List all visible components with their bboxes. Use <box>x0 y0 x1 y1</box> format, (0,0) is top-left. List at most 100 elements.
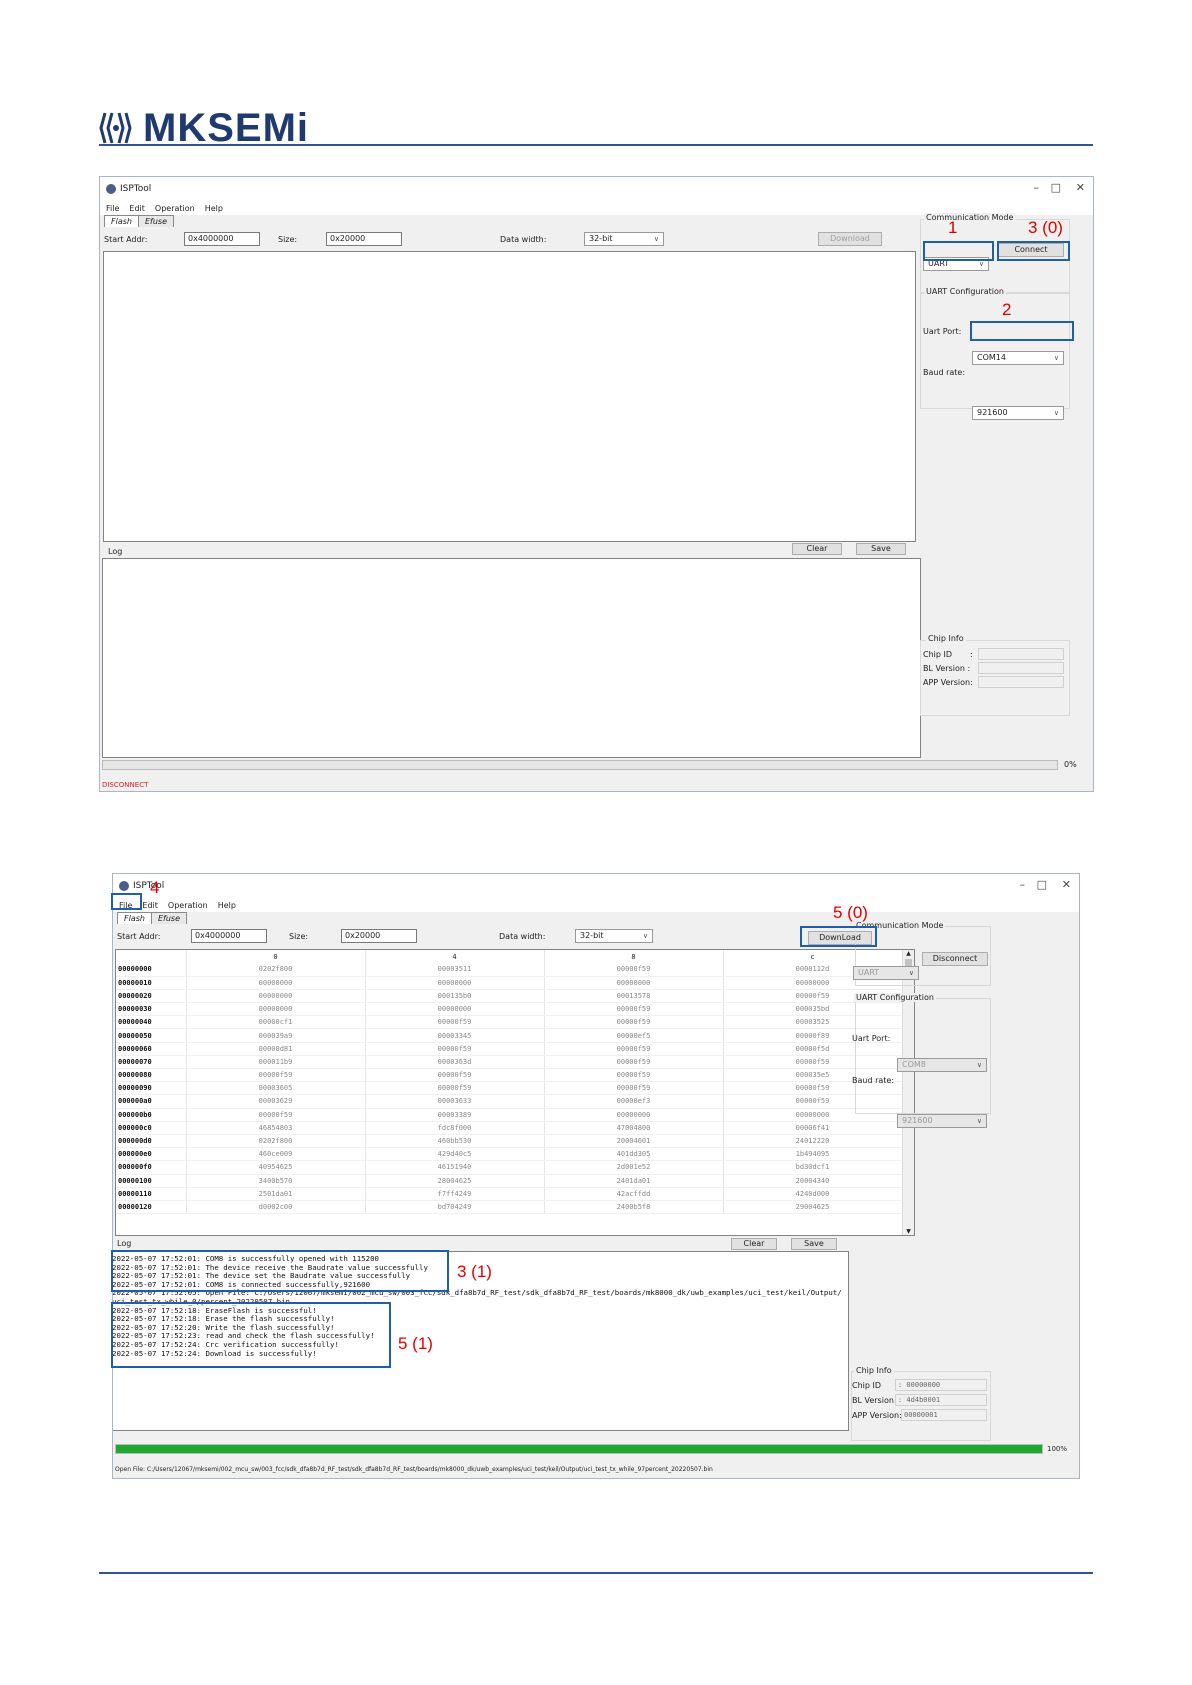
grid-value-cell[interactable]: 429d40c5 <box>365 1147 545 1162</box>
start-addr-input[interactable]: 0x4000000 <box>191 929 267 943</box>
uart-port-select[interactable]: COM14 ∨ <box>972 351 1064 365</box>
grid-value-cell[interactable]: 2d001e52 <box>544 1160 724 1175</box>
data-width-select[interactable]: 32-bit ∨ <box>584 232 664 246</box>
grid-value-cell[interactable]: 00003511 <box>365 963 545 977</box>
grid-value-cell[interactable]: 28004625 <box>365 1174 545 1188</box>
grid-value-cell[interactable]: 000135b0 <box>365 989 545 1004</box>
grid-value-cell[interactable]: 42acffdd <box>544 1187 724 1201</box>
uart-port-select[interactable]: COM8 ∨ <box>897 1058 987 1072</box>
grid-value-cell[interactable]: 00003633 <box>365 1094 545 1109</box>
grid-value-cell[interactable]: 00000f59 <box>186 1108 366 1122</box>
grid-value-cell[interactable]: 460ce009 <box>186 1147 366 1162</box>
download-button[interactable]: Download <box>818 232 882 246</box>
grid-value-cell[interactable]: 20004601 <box>544 1134 724 1149</box>
grid-value-cell[interactable]: 4240d000 <box>723 1187 903 1201</box>
grid-value-cell[interactable]: 0202f800 <box>186 1134 366 1149</box>
comm-mode-select[interactable]: UART ∨ <box>853 966 919 980</box>
grid-value-cell[interactable]: 00000f59 <box>544 1002 724 1017</box>
baud-rate-select[interactable]: 921600 ∨ <box>972 406 1064 420</box>
size-input[interactable]: 0x20000 <box>326 232 402 246</box>
grid-value-cell[interactable]: 00000ef3 <box>544 1094 724 1109</box>
grid-value-cell[interactable]: f7ff4249 <box>365 1187 545 1201</box>
log-panel[interactable] <box>102 558 921 758</box>
data-width-select[interactable]: 32-bit ∨ <box>575 929 653 943</box>
minimize-icon[interactable]: – <box>1034 181 1040 194</box>
start-addr-input[interactable]: 0x4000000 <box>184 232 260 246</box>
tab-efuse[interactable]: Efuse <box>137 215 174 227</box>
grid-value-cell[interactable]: 00003389 <box>365 1108 545 1122</box>
maximize-icon[interactable]: □ <box>1037 878 1047 891</box>
grid-value-cell[interactable]: 46151940 <box>365 1160 545 1175</box>
grid-value-cell[interactable]: 00000000 <box>544 1108 724 1122</box>
menu-edit[interactable]: Edit <box>129 204 145 213</box>
grid-value-cell[interactable]: 00003345 <box>365 1028 545 1043</box>
grid-value-cell[interactable]: 00000ef5 <box>544 1028 724 1043</box>
tab-flash[interactable]: Flash <box>104 215 139 227</box>
grid-value-cell[interactable]: 2401da01 <box>544 1174 724 1188</box>
clear-button[interactable]: Clear <box>731 1238 777 1250</box>
grid-value-cell[interactable]: 24012220 <box>723 1134 903 1149</box>
grid-value-cell[interactable]: 00003605 <box>186 1081 366 1096</box>
grid-value-cell[interactable]: 00000f59 <box>544 963 724 977</box>
grid-value-cell[interactable]: 2501da01 <box>186 1187 366 1201</box>
menu-operation[interactable]: Operation <box>155 204 195 213</box>
grid-value-cell[interactable]: 00000000 <box>186 1002 366 1017</box>
grid-value-cell[interactable]: 0000363d <box>365 1055 545 1070</box>
grid-value-cell[interactable]: 00000f59 <box>544 1068 724 1083</box>
close-icon[interactable]: ✕ <box>1062 878 1071 891</box>
scroll-down-icon[interactable]: ▼ <box>903 1228 914 1235</box>
menu-help[interactable]: Help <box>218 901 236 910</box>
grid-value-cell[interactable]: 00000f59 <box>186 1068 366 1083</box>
grid-value-cell[interactable]: 00013578 <box>544 989 724 1004</box>
grid-value-cell[interactable]: 00003629 <box>186 1094 366 1109</box>
grid-value-cell[interactable]: 00000f59 <box>365 1015 545 1030</box>
grid-value-cell[interactable]: 00000f59 <box>544 1015 724 1030</box>
grid-value-cell[interactable]: 00000f59 <box>544 1042 724 1056</box>
grid-value-cell[interactable]: 29004625 <box>723 1200 903 1215</box>
grid-value-cell[interactable]: bd704249 <box>365 1200 545 1215</box>
grid-value-cell[interactable]: d0002c00 <box>186 1200 366 1215</box>
grid-value-cell[interactable]: 00000f59 <box>544 1081 724 1096</box>
tab-flash[interactable]: Flash <box>117 912 152 924</box>
grid-value-cell[interactable]: 00000000 <box>544 976 724 990</box>
grid-value-cell[interactable]: 00000000 <box>365 1002 545 1017</box>
grid-value-cell[interactable]: 46854803 <box>186 1121 366 1135</box>
grid-value-cell[interactable]: fdc8f000 <box>365 1121 545 1135</box>
save-button[interactable]: Save <box>791 1238 837 1250</box>
grid-value-cell[interactable]: 00000f59 <box>544 1055 724 1070</box>
save-button[interactable]: Save <box>856 543 906 555</box>
grid-value-cell[interactable]: bd30dcf1 <box>723 1160 903 1175</box>
grid-value-cell[interactable]: 000011b9 <box>186 1055 366 1070</box>
grid-value-cell[interactable]: 0202f800 <box>186 963 366 977</box>
grid-value-cell[interactable]: 401dd305 <box>544 1147 724 1162</box>
grid-value-cell[interactable]: 460bb530 <box>365 1134 545 1149</box>
grid-value-cell[interactable]: 3400b570 <box>186 1174 366 1188</box>
grid-value-cell[interactable]: 000039a9 <box>186 1028 366 1043</box>
grid-value-cell[interactable]: 00000f59 <box>365 1081 545 1096</box>
grid-value-cell[interactable]: 1b494095 <box>723 1147 903 1162</box>
menu-file[interactable]: File <box>106 204 119 213</box>
menu-operation[interactable]: Operation <box>168 901 208 910</box>
grid-value-cell[interactable]: 00000000 <box>186 989 366 1004</box>
grid-value-cell[interactable]: 2400b5f8 <box>544 1200 724 1215</box>
close-icon[interactable]: ✕ <box>1076 181 1085 194</box>
menu-help[interactable]: Help <box>205 204 223 213</box>
baud-rate-select[interactable]: 921600 ∨ <box>897 1114 987 1128</box>
grid-value-cell[interactable]: 47004800 <box>544 1121 724 1135</box>
grid-value-cell[interactable]: 00000cf1 <box>186 1015 366 1030</box>
grid-value-cell[interactable]: 00000000 <box>365 976 545 990</box>
grid-value-cell[interactable]: 00000f59 <box>365 1068 545 1083</box>
grid-value-cell[interactable]: 00000d81 <box>186 1042 366 1056</box>
tab-efuse[interactable]: Efuse <box>150 912 187 924</box>
menu-edit[interactable]: Edit <box>142 901 158 910</box>
grid-value-cell[interactable]: 00006f41 <box>723 1121 903 1135</box>
grid-value-cell[interactable]: 40954625 <box>186 1160 366 1175</box>
grid-value-cell[interactable]: 00000000 <box>186 976 366 990</box>
maximize-icon[interactable]: □ <box>1051 181 1061 194</box>
clear-button[interactable]: Clear <box>792 543 842 555</box>
size-input[interactable]: 0x20000 <box>341 929 417 943</box>
grid-value-cell[interactable]: 20004340 <box>723 1174 903 1188</box>
disconnect-button[interactable]: Disconnect <box>922 952 988 966</box>
grid-value-cell[interactable]: 00000f59 <box>365 1042 545 1056</box>
minimize-icon[interactable]: – <box>1020 878 1026 891</box>
